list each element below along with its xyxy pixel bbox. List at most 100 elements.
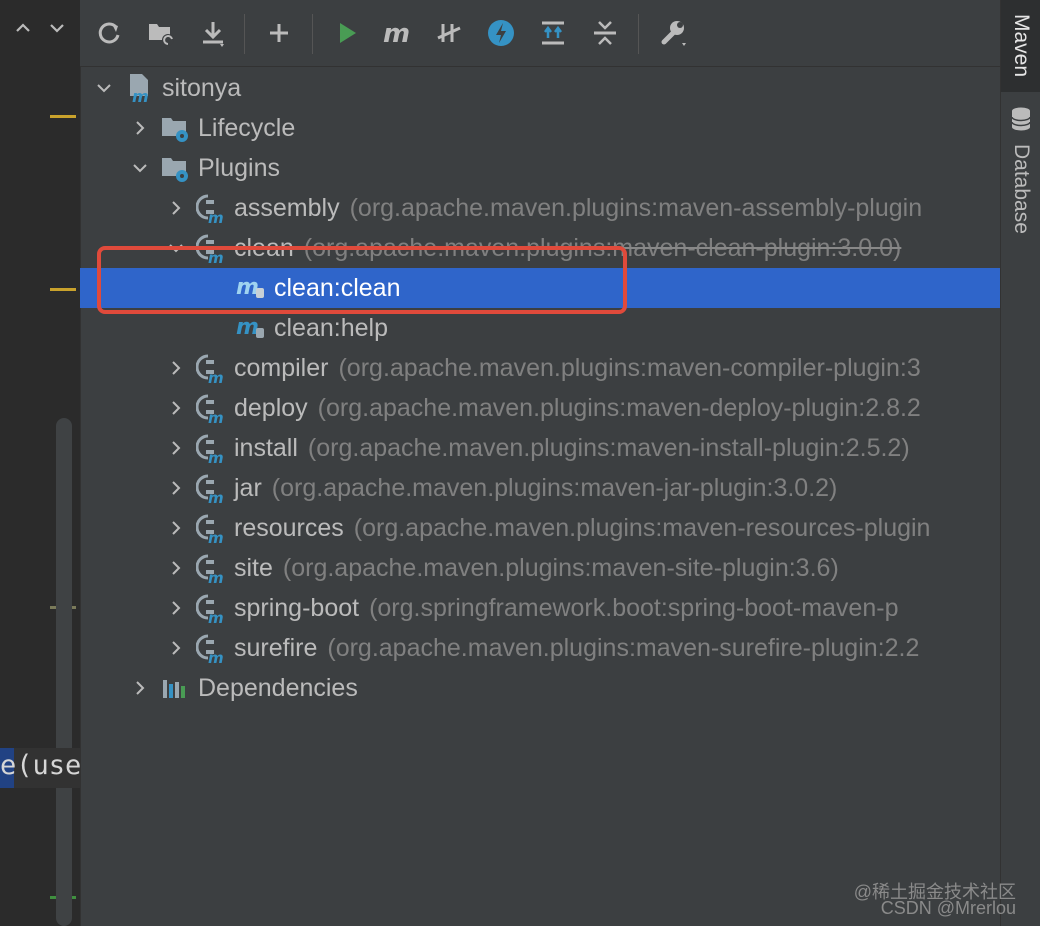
generate-sources-button[interactable] [144, 16, 178, 50]
chevron-right-icon[interactable] [166, 518, 186, 538]
download-button[interactable] [196, 16, 230, 50]
chevron-down-icon[interactable] [47, 18, 67, 46]
maven-plugin-icon: m [196, 192, 228, 224]
plugin-name: resources [234, 513, 344, 542]
tree-node-plugin[interactable]: m site (org.apache.maven.plugins:maven-s… [80, 548, 1000, 588]
tree-node-plugin[interactable]: m install (org.apache.maven.plugins:mave… [80, 428, 1000, 468]
chevron-right-icon[interactable] [166, 358, 186, 378]
plugin-name: install [234, 433, 298, 462]
svg-text:m: m [236, 275, 259, 300]
chevron-right-icon[interactable] [166, 598, 186, 618]
skip-tests-button[interactable] [484, 16, 518, 50]
chevron-right-icon[interactable] [166, 558, 186, 578]
goal-name: clean:clean [274, 273, 401, 302]
folder-refresh-icon [149, 24, 174, 46]
chevron-right-icon[interactable] [166, 398, 186, 418]
lightning-icon [488, 20, 514, 46]
maven-project-icon: m [124, 72, 156, 104]
warning-marker[interactable] [50, 288, 76, 291]
tree-node-plugin[interactable]: m jar (org.apache.maven.plugins:maven-ja… [80, 468, 1000, 508]
chevron-right-icon[interactable] [130, 678, 150, 698]
tree-node-plugin[interactable]: m spring-boot (org.springframework.boot:… [80, 588, 1000, 628]
svg-text:m: m [132, 87, 149, 104]
tree-node-plugin[interactable]: m compiler (org.apache.maven.plugins:mav… [80, 348, 1000, 388]
reload-icon [98, 22, 120, 44]
tree-node-dependencies[interactable]: Dependencies [80, 668, 1000, 708]
plus-icon [270, 24, 288, 42]
svg-text:m: m [383, 19, 410, 48]
toolbar-separator [638, 14, 639, 54]
settings-button[interactable] [656, 16, 690, 50]
svg-text:m: m [208, 369, 224, 384]
tree-node-plugin[interactable]: m resources (org.apache.maven.plugins:ma… [80, 508, 1000, 548]
plugin-coordinates: (org.springframework.boot:spring-boot-ma… [369, 593, 899, 622]
code-fragment[interactable]: e(use [0, 748, 81, 788]
plugin-coordinates: (org.apache.maven.plugins:maven-site-plu… [282, 553, 839, 582]
editor-scrollbar[interactable] [56, 418, 72, 926]
plugin-name: deploy [234, 393, 308, 422]
chevron-down-icon[interactable] [166, 238, 186, 258]
plugin-name: spring-boot [234, 593, 360, 622]
editor-navigation [0, 18, 80, 46]
tree-node-plugin[interactable]: m assembly (org.apache.maven.plugins:mav… [80, 188, 1000, 228]
maven-plugin-icon: m [196, 232, 228, 264]
chevron-right-icon[interactable] [166, 198, 186, 218]
chevron-down-icon[interactable] [130, 158, 150, 178]
run-button[interactable] [330, 16, 364, 50]
plugin-name: compiler [234, 353, 329, 382]
offline-toggle-icon [437, 24, 461, 42]
plugin-name: surefire [234, 633, 318, 662]
svg-text:m: m [208, 249, 224, 264]
plugin-name: clean [234, 233, 294, 262]
tree-node-lifecycle[interactable]: Lifecycle [80, 108, 1000, 148]
wrench-icon [661, 21, 686, 46]
maven-plugin-icon: m [196, 352, 228, 384]
tree-node-plugin-clean[interactable]: m clean (org.apache.maven.plugins:maven-… [80, 228, 1000, 268]
maven-project-tree: m sitonya Lifecycle Plugins m assembly (… [80, 66, 1000, 926]
plugin-coordinates: (org.apache.maven.plugins:maven-install-… [307, 433, 910, 462]
show-dependencies-button[interactable] [536, 16, 570, 50]
maven-goal-icon: m [236, 272, 268, 304]
chevron-right-icon[interactable] [166, 478, 186, 498]
reload-button[interactable] [92, 16, 126, 50]
toolbar-separator [244, 14, 245, 54]
tool-window-bar: Maven Database [1000, 0, 1040, 926]
chevron-right-icon[interactable] [166, 438, 186, 458]
warning-marker[interactable] [50, 115, 76, 118]
tab-database-label: Database [1010, 144, 1033, 234]
plugin-name: jar [234, 473, 262, 502]
plugin-coordinates: (org.apache.maven.plugins:maven-resource… [353, 513, 931, 542]
tree-node-plugin[interactable]: m deploy (org.apache.maven.plugins:maven… [80, 388, 1000, 428]
lifecycle-label: Lifecycle [198, 113, 296, 142]
watermark-csdn: CSDN @Mrerlou [880, 898, 1016, 918]
chevron-up-icon[interactable] [13, 18, 33, 46]
dependencies-icon [160, 672, 192, 704]
svg-text:m: m [208, 569, 224, 584]
svg-text:m: m [208, 409, 224, 424]
svg-text:m: m [208, 649, 224, 664]
tree-node-project[interactable]: m sitonya [80, 68, 1000, 108]
database-icon [1009, 106, 1033, 138]
collapse-all-button[interactable] [588, 16, 622, 50]
add-button[interactable] [262, 16, 296, 50]
download-icon [203, 22, 224, 47]
editor-gutter: e(use [0, 0, 81, 926]
execute-goal-button[interactable]: m [380, 16, 414, 50]
chevron-right-icon[interactable] [130, 118, 150, 138]
maven-plugin-icon: m [196, 472, 228, 504]
tree-node-goal-selected[interactable]: m clean:clean [80, 268, 1000, 308]
svg-text:m: m [236, 315, 259, 340]
plugin-name: site [234, 553, 273, 582]
tree-node-plugins[interactable]: Plugins [80, 148, 1000, 188]
toggle-offline-button[interactable] [432, 16, 466, 50]
tree-node-plugin[interactable]: m surefire (org.apache.maven.plugins:mav… [80, 628, 1000, 668]
chevron-right-icon[interactable] [166, 638, 186, 658]
maven-plugin-icon: m [196, 432, 228, 464]
dependencies-label: Dependencies [198, 673, 358, 702]
chevron-down-icon[interactable] [94, 78, 114, 98]
tree-node-goal[interactable]: m clean:help [80, 308, 1000, 348]
maven-plugin-icon: m [196, 552, 228, 584]
tab-maven[interactable]: Maven [1001, 0, 1040, 92]
tab-database[interactable]: Database [1001, 106, 1040, 246]
svg-text:m: m [208, 489, 224, 504]
